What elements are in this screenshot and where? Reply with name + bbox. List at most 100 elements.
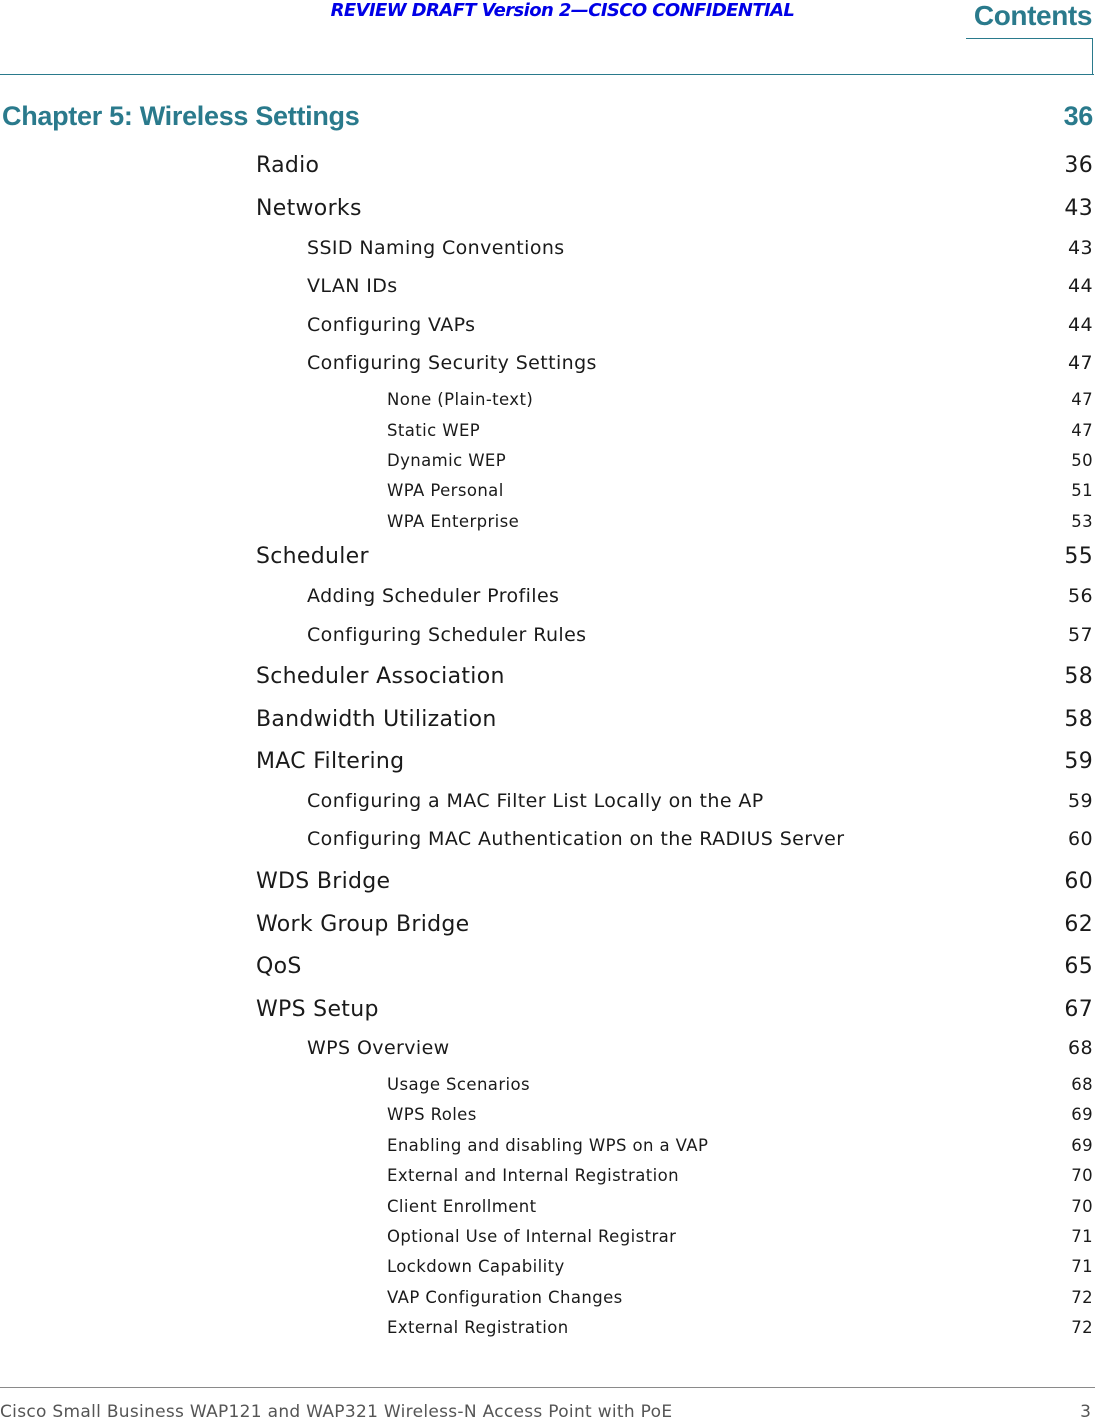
toc-entry-level-1[interactable]: Work Group Bridge 62	[256, 912, 1093, 940]
toc-entry-page-number[interactable]: 57	[1068, 624, 1093, 646]
toc-entry-page-number[interactable]: 65	[1064, 954, 1093, 979]
toc-entry-level-3[interactable]: WPA Enterprise 53	[387, 512, 1093, 534]
toc-entry-title[interactable]: Work Group Bridge	[256, 912, 470, 937]
toc-entry-title[interactable]: Scheduler	[256, 544, 369, 569]
toc-entry-title[interactable]: Optional Use of Internal Registrar	[387, 1227, 676, 1246]
toc-entry-title[interactable]: WDS Bridge	[256, 869, 390, 894]
toc-entry-title[interactable]: Scheduler Association	[256, 664, 505, 689]
toc-entry-level-2[interactable]: Configuring Security Settings 47	[307, 352, 1093, 376]
toc-entry-title[interactable]: External Registration	[387, 1318, 569, 1337]
toc-entry-level-2[interactable]: Configuring a MAC Filter List Locally on…	[307, 790, 1093, 814]
toc-entry-page-number[interactable]: 36	[1064, 153, 1093, 178]
toc-entry-title[interactable]: Configuring a MAC Filter List Locally on…	[307, 790, 764, 812]
toc-entry-page-number[interactable]: 60	[1068, 828, 1093, 850]
toc-entry-page-number[interactable]: 43	[1064, 196, 1093, 221]
toc-entry-title[interactable]: Enabling and disabling WPS on a VAP	[387, 1136, 708, 1155]
toc-entry-title[interactable]: Configuring VAPs	[307, 314, 475, 336]
toc-entry-page-number[interactable]: 70	[1071, 1197, 1093, 1216]
toc-entry-title[interactable]: Configuring MAC Authentication on the RA…	[307, 828, 844, 850]
toc-entry-page-number[interactable]: 55	[1064, 544, 1093, 569]
toc-entry-level-1[interactable]: MAC Filtering 59	[256, 749, 1093, 777]
toc-entry-level-2[interactable]: Adding Scheduler Profiles 56	[307, 585, 1093, 609]
toc-entry-title[interactable]: Usage Scenarios	[387, 1075, 530, 1094]
toc-entry-page-number[interactable]: 72	[1071, 1288, 1093, 1307]
toc-entry-page-number[interactable]: 58	[1064, 707, 1093, 732]
toc-entry-page-number[interactable]: 68	[1071, 1075, 1093, 1094]
toc-entry-title[interactable]: Radio	[256, 153, 319, 178]
toc-entry-title[interactable]: Networks	[256, 196, 362, 221]
toc-entry-page-number[interactable]: 56	[1068, 585, 1093, 607]
toc-entry-title[interactable]: WPS Overview	[307, 1037, 450, 1059]
toc-entry-title[interactable]: Static WEP	[387, 421, 480, 440]
toc-entry-level-2[interactable]: Configuring VAPs 44	[307, 314, 1093, 338]
toc-entry-level-1[interactable]: Scheduler Association 58	[256, 664, 1093, 692]
toc-entry-title[interactable]: Dynamic WEP	[387, 451, 506, 470]
chapter-heading[interactable]: Chapter 5: Wireless Settings 36	[0, 101, 1093, 139]
toc-entry-title[interactable]: VLAN IDs	[307, 275, 398, 297]
toc-entry-level-3[interactable]: External Registration 72	[387, 1318, 1093, 1340]
toc-entry-page-number[interactable]: 58	[1064, 664, 1093, 689]
toc-entry-page-number[interactable]: 72	[1071, 1318, 1093, 1337]
toc-entry-title[interactable]: Client Enrollment	[387, 1197, 537, 1216]
toc-entry-page-number[interactable]: 47	[1071, 421, 1093, 440]
toc-entry-page-number[interactable]: 68	[1068, 1037, 1093, 1059]
toc-entry-page-number[interactable]: 69	[1071, 1105, 1093, 1124]
toc-entry-page-number[interactable]: 44	[1068, 314, 1093, 336]
toc-entry-page-number[interactable]: 47	[1071, 390, 1093, 409]
toc-entry-page-number[interactable]: 60	[1064, 869, 1093, 894]
toc-entry-title[interactable]: Adding Scheduler Profiles	[307, 585, 559, 607]
toc-entry-level-3[interactable]: Client Enrollment 70	[387, 1197, 1093, 1219]
toc-entry-page-number[interactable]: 70	[1071, 1166, 1093, 1185]
toc-entry-level-1[interactable]: QoS 65	[256, 954, 1093, 982]
chapter-title[interactable]: Chapter 5: Wireless Settings	[2, 101, 360, 132]
toc-entry-page-number[interactable]: 59	[1068, 790, 1093, 812]
toc-entry-title[interactable]: WPS Setup	[256, 997, 379, 1022]
toc-entry-level-3[interactable]: Dynamic WEP 50	[387, 451, 1093, 473]
toc-entry-page-number[interactable]: 59	[1064, 749, 1093, 774]
toc-entry-level-2[interactable]: WPS Overview 68	[307, 1037, 1093, 1061]
toc-entry-level-3[interactable]: Lockdown Capability 71	[387, 1257, 1093, 1279]
toc-entry-level-2[interactable]: SSID Naming Conventions 43	[307, 237, 1093, 261]
toc-entry-level-3[interactable]: Enabling and disabling WPS on a VAP 69	[387, 1136, 1093, 1158]
toc-entry-page-number[interactable]: 71	[1071, 1257, 1093, 1276]
toc-entry-title[interactable]: Bandwidth Utilization	[256, 707, 497, 732]
toc-entry-title[interactable]: WPA Personal	[387, 481, 504, 500]
toc-entry-level-1[interactable]: Networks 43	[256, 196, 1093, 224]
toc-entry-title[interactable]: QoS	[256, 954, 302, 979]
toc-entry-level-3[interactable]: WPS Roles 69	[387, 1105, 1093, 1127]
toc-entry-level-1[interactable]: Radio 36	[256, 153, 1093, 181]
toc-entry-page-number[interactable]: 69	[1071, 1136, 1093, 1155]
toc-entry-level-1[interactable]: Bandwidth Utilization 58	[256, 707, 1093, 735]
toc-entry-level-1[interactable]: Scheduler 55	[256, 544, 1093, 572]
toc-entry-level-1[interactable]: WDS Bridge 60	[256, 869, 1093, 897]
toc-entry-level-2[interactable]: Configuring MAC Authentication on the RA…	[307, 828, 1093, 852]
toc-entry-level-3[interactable]: Optional Use of Internal Registrar 71	[387, 1227, 1093, 1249]
toc-entry-level-3[interactable]: External and Internal Registration 70	[387, 1166, 1093, 1188]
toc-entry-page-number[interactable]: 44	[1068, 275, 1093, 297]
toc-entry-title[interactable]: Configuring Security Settings	[307, 352, 597, 374]
toc-entry-level-2[interactable]: Configuring Scheduler Rules 57	[307, 624, 1093, 648]
toc-entry-title[interactable]: Configuring Scheduler Rules	[307, 624, 586, 646]
toc-entry-page-number[interactable]: 53	[1071, 512, 1093, 531]
toc-entry-page-number[interactable]: 43	[1068, 237, 1093, 259]
toc-entry-title[interactable]: Lockdown Capability	[387, 1257, 565, 1276]
toc-entry-page-number[interactable]: 47	[1068, 352, 1093, 374]
toc-entry-title[interactable]: VAP Configuration Changes	[387, 1288, 623, 1307]
chapter-page-number[interactable]: 36	[1064, 101, 1094, 132]
toc-entry-page-number[interactable]: 51	[1071, 481, 1093, 500]
toc-entry-level-3[interactable]: WPA Personal 51	[387, 481, 1093, 503]
toc-entry-title[interactable]: None (Plain-text)	[387, 390, 533, 409]
toc-entry-level-2[interactable]: VLAN IDs 44	[307, 275, 1093, 299]
toc-entry-level-3[interactable]: Static WEP 47	[387, 421, 1093, 443]
toc-entry-level-1[interactable]: WPS Setup 67	[256, 997, 1093, 1025]
toc-entry-title[interactable]: MAC Filtering	[256, 749, 404, 774]
toc-entry-page-number[interactable]: 50	[1071, 451, 1093, 470]
toc-entry-title[interactable]: External and Internal Registration	[387, 1166, 679, 1185]
toc-entry-title[interactable]: WPS Roles	[387, 1105, 477, 1124]
toc-entry-title[interactable]: WPA Enterprise	[387, 512, 519, 531]
toc-entry-level-3[interactable]: Usage Scenarios 68	[387, 1075, 1093, 1097]
toc-entry-page-number[interactable]: 62	[1064, 912, 1093, 937]
toc-entry-title[interactable]: SSID Naming Conventions	[307, 237, 565, 259]
toc-entry-page-number[interactable]: 67	[1064, 997, 1093, 1022]
toc-entry-page-number[interactable]: 71	[1071, 1227, 1093, 1246]
